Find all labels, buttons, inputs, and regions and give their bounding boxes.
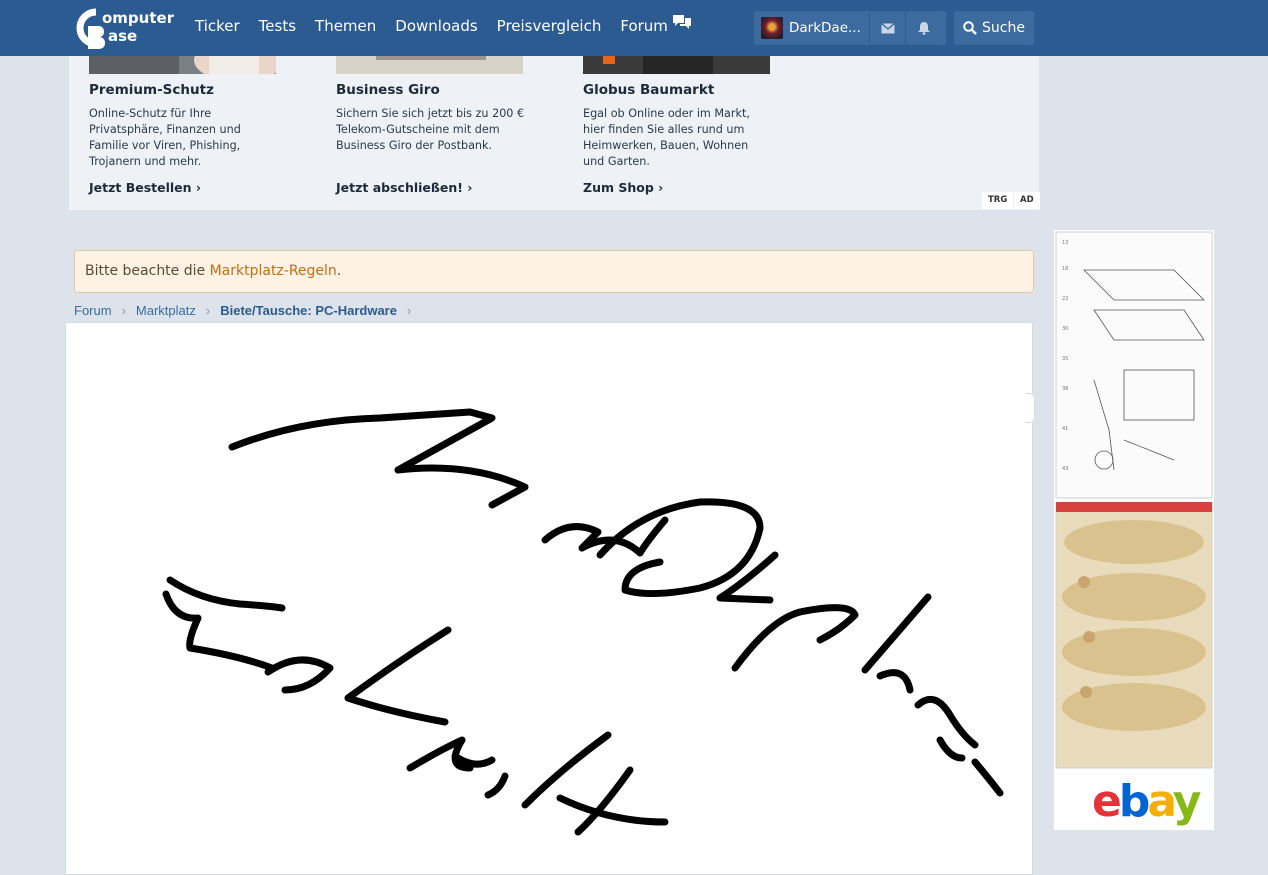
breadcrumb-marktplatz[interactable]: Marktplatz	[136, 303, 196, 318]
nav-downloads[interactable]: Downloads	[395, 17, 477, 35]
nav-themen[interactable]: Themen	[315, 17, 376, 35]
ad-cta-link[interactable]: Jetzt Bestellen ›	[89, 180, 201, 195]
chat-bubbles-icon	[672, 14, 691, 29]
svg-text:ase: ase	[108, 27, 137, 45]
ad-description: Egal ob Online oder im Markt, hier finde…	[583, 107, 750, 168]
marketplace-rules-notice: Bitte beachte die Marktplatz-Regeln.	[74, 250, 1034, 293]
notice-text: Bitte beachte die	[85, 263, 210, 279]
svg-text:30: 30	[1062, 326, 1068, 332]
user-menu: DarkDae...	[754, 11, 946, 45]
search-icon	[963, 21, 977, 35]
ad-description: Online-Schutz für Ihre Privatsphäre, Fin…	[89, 107, 241, 168]
ad-tag-ad[interactable]: AD	[1014, 192, 1040, 209]
ad-cta-link[interactable]: Jetzt abschließen! ›	[336, 180, 472, 195]
ebay-logo: ebay	[1092, 776, 1204, 827]
chevron-right-icon: ›	[406, 303, 412, 318]
svg-text:ebay: ebay	[1092, 776, 1201, 827]
ad-title: Business Giro	[336, 82, 440, 98]
svg-text:38: 38	[1062, 386, 1068, 392]
alerts-button[interactable]	[905, 11, 941, 45]
nav-label: Forum	[620, 17, 668, 35]
ad-description: Sichern Sie sich jetzt bis zu 200 € Tele…	[336, 107, 525, 152]
search-button[interactable]: Suche	[954, 11, 1034, 45]
nav-label: Ticker	[195, 17, 240, 35]
nav-tests[interactable]: Tests	[259, 17, 296, 35]
svg-text:43: 43	[1062, 466, 1068, 472]
nav-label: Tests	[258, 17, 297, 35]
breadcrumb-biete-tausche[interactable]: Biete/Tausche: PC-Hardware	[220, 303, 397, 318]
svg-text:omputer: omputer	[102, 9, 174, 27]
marketplace-rules-link[interactable]: Marktplatz-Regeln	[210, 263, 337, 279]
nav-label: Downloads	[395, 17, 478, 35]
username[interactable]: DarkDae...	[789, 20, 869, 36]
svg-text:18: 18	[1062, 266, 1068, 272]
messages-button[interactable]	[869, 11, 905, 45]
bell-icon	[917, 22, 930, 35]
search-label: Suche	[982, 20, 1025, 36]
avatar[interactable]	[761, 17, 783, 39]
ad-tag-trg[interactable]: TRG	[982, 192, 1014, 209]
computerbase-logo[interactable]: omputer ase	[74, 6, 174, 50]
nav-forum[interactable]: Forum	[620, 14, 692, 35]
nav-label: Preisvergleich	[496, 17, 602, 35]
notice-suffix: .	[336, 263, 342, 279]
envelope-icon	[880, 22, 895, 33]
panel-side-tab	[1026, 393, 1035, 423]
breadcrumb-forum[interactable]: Forum	[74, 303, 112, 318]
ad-title: Globus Baumarkt	[583, 82, 715, 98]
side-ad-ebay[interactable]: 13 18 22 30 35 38 41 43 ebay	[1054, 230, 1214, 830]
chevron-right-icon: ›	[121, 303, 126, 318]
chevron-right-icon: ›	[205, 303, 211, 318]
nav-ticker[interactable]: Ticker	[195, 17, 240, 35]
content-panel	[65, 322, 1033, 875]
svg-text:35: 35	[1062, 356, 1068, 362]
svg-text:13: 13	[1062, 240, 1068, 246]
nav-label: Themen	[315, 17, 377, 35]
ad-diagram-image: 13 18 22 30 35 38 41 43	[1055, 231, 1213, 499]
svg-text:22: 22	[1062, 296, 1068, 302]
breadcrumb: Forum › Marktplatz › Biete/Tausche: PC-H…	[74, 303, 421, 318]
ad-title: Premium-Schutz	[89, 82, 214, 98]
svg-text:41: 41	[1062, 426, 1068, 432]
site-header: omputer ase Ticker Tests Themen Download…	[0, 0, 1268, 56]
ad-cta-link[interactable]: Zum Shop ›	[583, 180, 663, 195]
ad-product-image	[1055, 502, 1213, 769]
nav-preisvergleich[interactable]: Preisvergleich	[497, 17, 602, 35]
main-nav: Ticker Tests Themen Downloads Preisvergl…	[195, 14, 711, 35]
